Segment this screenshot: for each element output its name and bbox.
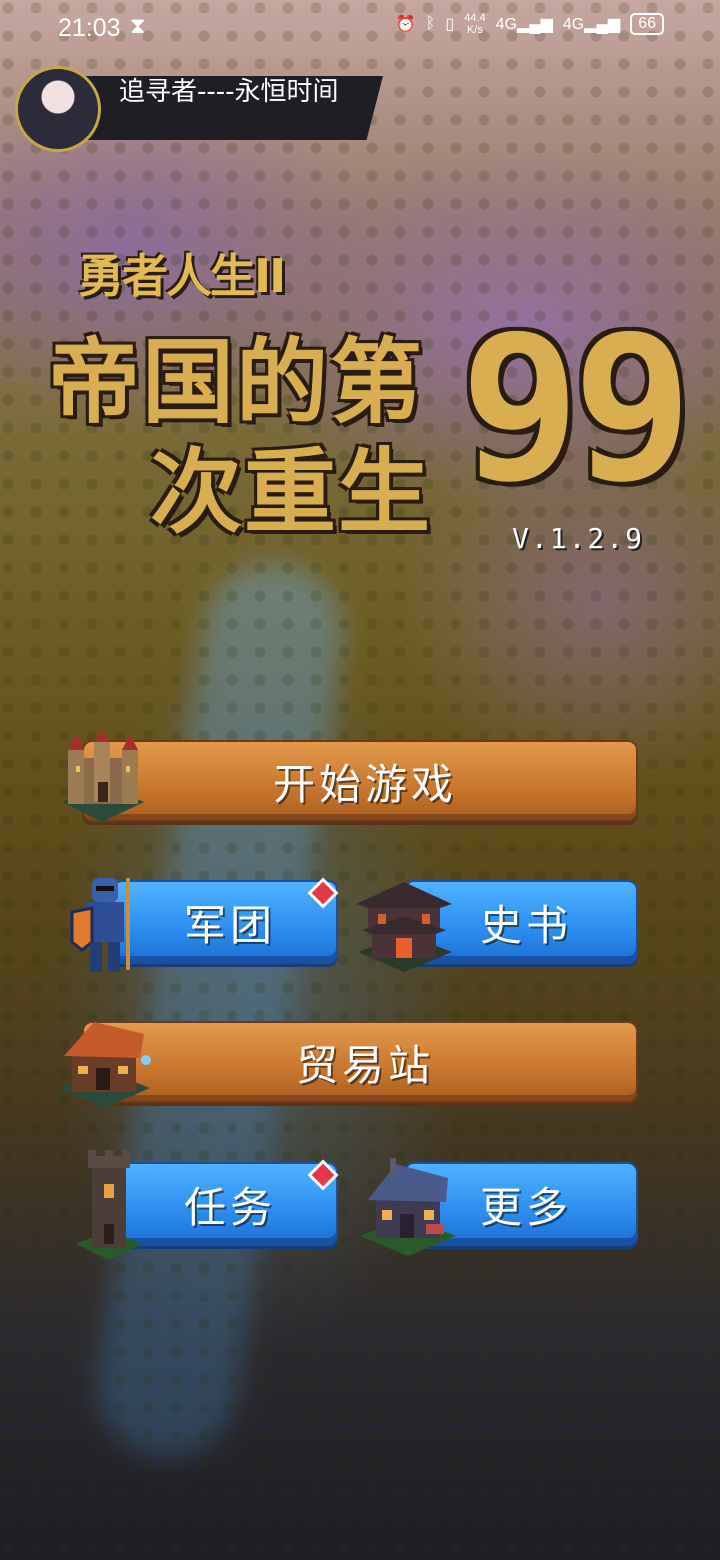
version-label: V.1.2.9	[512, 522, 645, 555]
status-time: 21:03	[58, 14, 121, 42]
history-label: 史书	[479, 900, 572, 950]
vibrate-icon: ▯	[445, 16, 455, 33]
castle-icon	[62, 732, 144, 822]
more-label: 更多	[479, 1182, 572, 1232]
bluetooth-icon: ᛒ	[425, 15, 436, 32]
signal-icon: 4G▂▄▆	[562, 16, 621, 33]
temple-icon	[356, 882, 452, 972]
start-game-label: 开始游戏	[272, 759, 457, 809]
legion-label: 军团	[183, 900, 276, 950]
game-title-number: 99	[460, 293, 693, 526]
user-profile-bar[interactable]: 追寻者----永恒时间	[15, 66, 383, 152]
house-icon	[360, 1158, 456, 1256]
battery-icon: 66	[630, 13, 664, 35]
trade-station-label: 贸易站	[295, 1040, 434, 1090]
status-bar: 21:03 ⧗ ⏰ ᛒ ▯ 44.4 K/s 4G▂▄▆ 4G▂▄▆ 66	[0, 0, 720, 56]
user-name: 追寻者----永恒时间	[119, 77, 339, 107]
signal-icon: 4G▂▄▆	[495, 16, 553, 33]
network-speed-value: 44.4	[464, 12, 486, 24]
network-speed: 44.4 K/s	[464, 12, 485, 36]
game-subtitle: 勇者人生II	[78, 249, 286, 303]
knight-icon	[70, 878, 130, 972]
status-icons: ⏰ ᛒ ▯ 44.4 K/s 4G▂▄▆ 4G▂▄▆ 66	[396, 12, 664, 36]
network-speed-unit: K/s	[466, 24, 483, 36]
alarm-icon: ⏰	[395, 16, 416, 33]
tower-icon	[76, 1150, 142, 1260]
avatar[interactable]	[15, 66, 101, 152]
game-title-line2: 次重生	[150, 439, 433, 546]
quests-button[interactable]: 任务	[112, 1162, 338, 1246]
hourglass-icon: ⧗	[130, 14, 146, 39]
trade-station-button[interactable]: 贸易站	[82, 1021, 638, 1103]
legion-button[interactable]: 军团	[112, 880, 338, 964]
start-game-button[interactable]: 开始游戏	[82, 740, 638, 822]
shop-icon	[58, 1022, 151, 1108]
quests-label: 任务	[183, 1182, 276, 1232]
